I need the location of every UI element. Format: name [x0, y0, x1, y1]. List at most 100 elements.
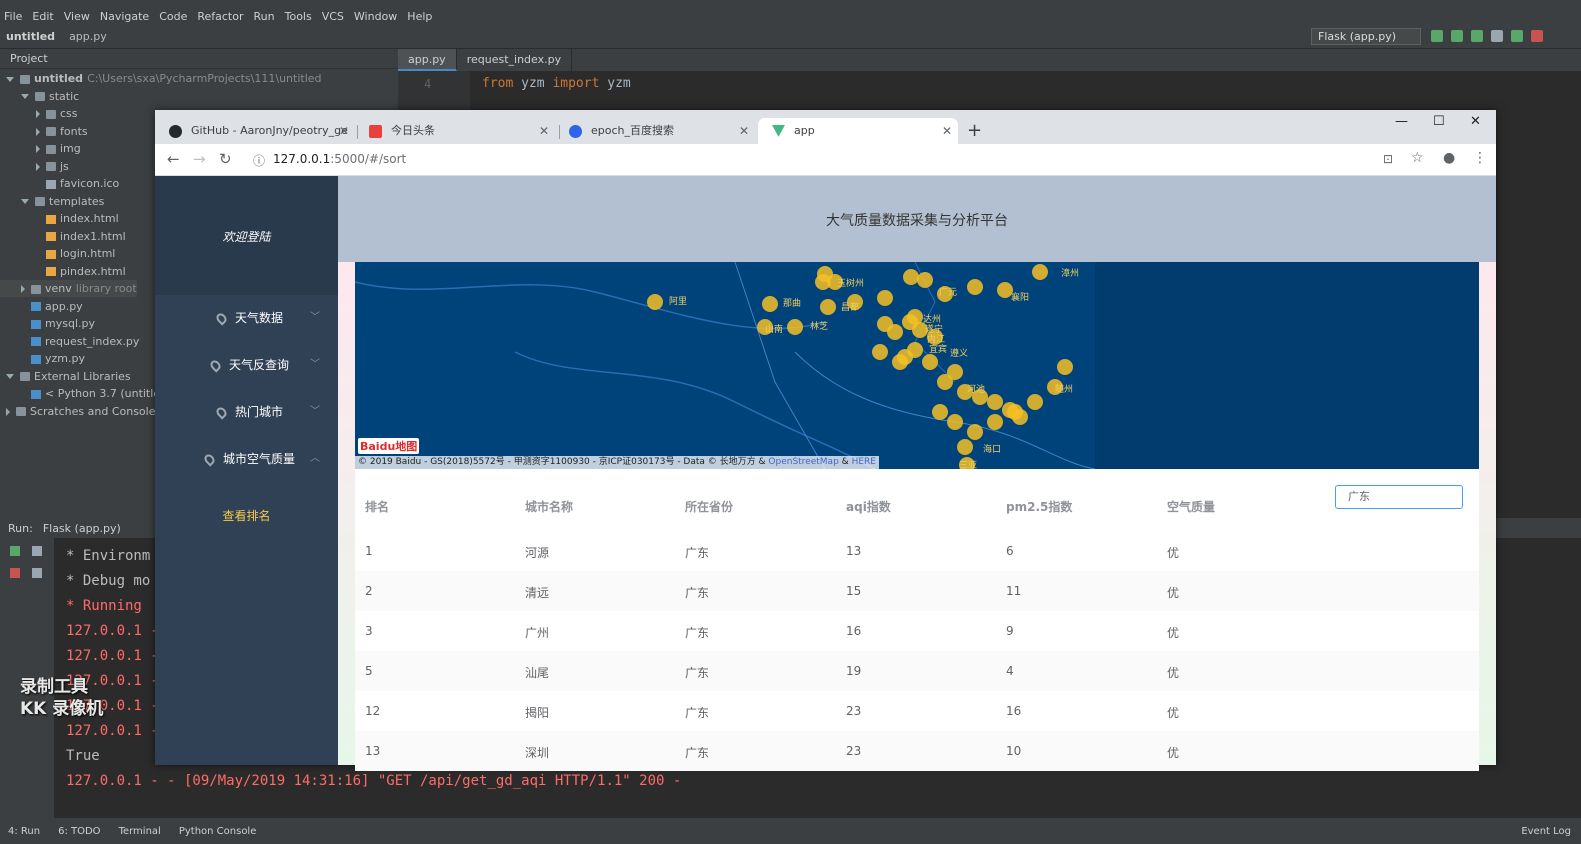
minimize-icon[interactable]: —: [1395, 114, 1408, 129]
chevron-right-icon[interactable]: [36, 162, 40, 171]
coverage-icon[interactable]: [1471, 30, 1483, 42]
browser-tab-toutiao[interactable]: 今日头条 ✕: [355, 118, 555, 144]
menu-vcs[interactable]: VCS: [322, 10, 344, 23]
close-icon[interactable]: ✕: [942, 118, 952, 144]
table-row[interactable]: 5 汕尾 广东 19 4 优: [355, 651, 1479, 691]
city-dot[interactable]: [1027, 394, 1043, 410]
tree-item[interactable]: venv library root: [0, 280, 137, 297]
menu-navigate[interactable]: Navigate: [100, 10, 149, 23]
browser-tab-baidu[interactable]: epoch_百度搜索 ✕: [555, 118, 755, 144]
chevron-right-icon[interactable]: [6, 407, 10, 416]
table-row[interactable]: 12 揭阳 广东 23 16 优: [355, 691, 1479, 731]
here-link[interactable]: HERE: [852, 457, 876, 467]
tree-item[interactable]: app.py: [0, 298, 83, 315]
window-close-icon[interactable]: ✕: [1470, 114, 1481, 129]
col-header-rank[interactable]: 排名: [365, 498, 389, 515]
tree-item[interactable]: < Python 3.7 (untitled: [0, 385, 167, 402]
chevron-right-icon[interactable]: [36, 145, 40, 153]
reload-icon[interactable]: ↻: [219, 150, 232, 168]
tree-item[interactable]: pindex.html: [0, 263, 126, 280]
city-dot[interactable]: [872, 344, 888, 360]
city-dot[interactable]: [877, 290, 893, 306]
tree-item[interactable]: Scratches and Consoles: [0, 403, 161, 420]
tree-item[interactable]: External Libraries: [0, 368, 131, 385]
menu-refactor[interactable]: Refactor: [197, 10, 243, 23]
debug-icon[interactable]: [1451, 30, 1463, 42]
close-icon[interactable]: ✕: [539, 118, 549, 144]
stop-icon[interactable]: [10, 568, 20, 578]
chevron-right-icon[interactable]: [21, 285, 25, 293]
down-icon[interactable]: [32, 568, 42, 578]
city-dot[interactable]: [917, 272, 933, 288]
translate-icon[interactable]: ⊡: [1383, 152, 1393, 166]
tree-item[interactable]: untitled C:\Users\sxa\PycharmProjects\111…: [0, 70, 322, 87]
city-dot[interactable]: [947, 414, 963, 430]
close-icon[interactable]: ✕: [339, 118, 349, 144]
more-menu-icon[interactable]: ⋮: [1473, 150, 1487, 166]
menu-view[interactable]: View: [64, 10, 90, 23]
table-row[interactable]: 3 广州 广东 16 9 优: [355, 611, 1479, 651]
chevron-right-icon[interactable]: [36, 127, 40, 136]
menu-item-hot-cities[interactable]: 热门城市 ﹀: [155, 390, 338, 434]
account-icon[interactable]: ●: [1443, 150, 1455, 166]
menu-edit[interactable]: Edit: [32, 10, 53, 23]
run-icon[interactable]: [1431, 30, 1443, 42]
tree-item[interactable]: static: [0, 88, 79, 105]
menu-file[interactable]: File: [4, 10, 22, 23]
city-dot[interactable]: [647, 294, 663, 310]
city-dot[interactable]: [922, 354, 938, 370]
breadcrumb-project[interactable]: untitled: [6, 30, 55, 43]
city-dot[interactable]: [957, 439, 973, 455]
info-icon[interactable]: ⓘ: [253, 152, 265, 169]
menu-code[interactable]: Code: [159, 10, 187, 23]
city-dot[interactable]: [903, 269, 919, 285]
status-terminal[interactable]: Terminal: [119, 826, 161, 837]
new-tab-plus-icon[interactable]: +: [967, 120, 982, 141]
city-dot[interactable]: [762, 296, 778, 312]
city-dot[interactable]: [932, 404, 948, 420]
city-dot[interactable]: [787, 319, 803, 335]
city-dot[interactable]: [820, 299, 836, 315]
status-run[interactable]: 4: Run: [8, 826, 40, 837]
city-dot[interactable]: [967, 424, 983, 440]
menu-tools[interactable]: Tools: [285, 10, 312, 23]
table-row[interactable]: 1 河源 广东 13 6 优: [355, 531, 1479, 571]
menu-window[interactable]: Window: [354, 10, 397, 23]
run-config-select[interactable]: Flask (app.py): [1311, 28, 1421, 45]
tree-item[interactable]: request_index.py: [0, 333, 139, 350]
col-header-quality[interactable]: 空气质量: [1167, 498, 1215, 515]
tree-item[interactable]: fonts: [0, 123, 88, 140]
tree-item[interactable]: index.html: [0, 210, 119, 227]
chevron-down-icon[interactable]: [6, 374, 14, 379]
chevron-down-icon[interactable]: [6, 76, 14, 82]
address-bar[interactable]: 127.0.0.1:5000/#/sort: [273, 152, 406, 166]
tree-item[interactable]: templates: [0, 193, 104, 210]
editor-tab-request-index[interactable]: request_index.py: [457, 49, 573, 71]
status-python-console[interactable]: Python Console: [179, 826, 257, 837]
table-row[interactable]: 2 清远 广东 15 11 优: [355, 571, 1479, 611]
editor-tab-app[interactable]: app.py: [398, 49, 457, 71]
tree-item[interactable]: index1.html: [0, 228, 126, 245]
col-header-province[interactable]: 所在省份: [685, 498, 733, 515]
forward-arrow-icon[interactable]: →: [193, 150, 206, 168]
chevron-right-icon[interactable]: [36, 110, 40, 118]
tree-item[interactable]: js: [0, 158, 69, 175]
close-icon[interactable]: ✕: [739, 118, 749, 144]
tree-item[interactable]: favicon.ico: [0, 175, 119, 192]
city-dot[interactable]: [1057, 359, 1073, 375]
menu-help[interactable]: Help: [407, 10, 432, 23]
city-dot[interactable]: [892, 354, 908, 370]
menu-item-city-air[interactable]: 城市空气质量 ︿: [155, 437, 338, 481]
chevron-down-icon[interactable]: [21, 94, 29, 99]
status-event-log[interactable]: Event Log: [1521, 826, 1571, 837]
tree-item[interactable]: css: [0, 105, 78, 122]
city-dot[interactable]: [937, 374, 953, 390]
profile-icon[interactable]: [1491, 30, 1503, 42]
menu-run[interactable]: Run: [254, 10, 275, 23]
up-icon[interactable]: [32, 546, 42, 556]
breadcrumb-file[interactable]: app.py: [69, 30, 107, 43]
maximize-icon[interactable]: ☐: [1433, 114, 1445, 129]
city-dot[interactable]: [1032, 264, 1048, 280]
col-header-pm25[interactable]: pm2.5指数: [1006, 498, 1072, 515]
rerun-icon[interactable]: [1511, 30, 1523, 42]
